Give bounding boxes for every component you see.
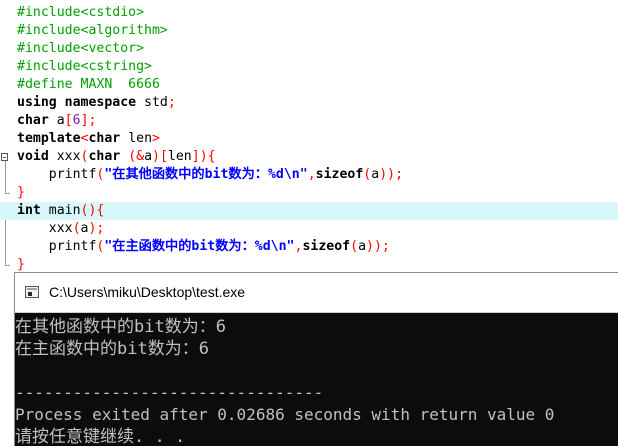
code-text: using namespace std; bbox=[17, 94, 176, 112]
code-text: printf("在主函数中的bit数为：%d\n",sizeof(a)); bbox=[17, 238, 390, 256]
code-token: sizeof bbox=[302, 239, 351, 254]
code-token: ); bbox=[88, 221, 105, 236]
code-text: #include<cstring> bbox=[17, 58, 152, 76]
code-text: int main(){ bbox=[17, 202, 104, 220]
code-token: #include<algorithm> bbox=[17, 23, 168, 38]
code-token: char bbox=[17, 113, 57, 128]
code-text: #include<vector> bbox=[17, 40, 144, 58]
code-line[interactable]: printf("在其他函数中的bit数为：%d\n",sizeof(a)); bbox=[0, 166, 618, 184]
code-token: (& bbox=[128, 149, 145, 164]
code-text: #include<algorithm> bbox=[17, 22, 168, 40]
code-line[interactable]: } bbox=[0, 256, 618, 272]
code-token: template bbox=[17, 131, 81, 146]
console-title-bar[interactable]: C:\Users\miku\Desktop\test.exe bbox=[15, 273, 618, 313]
code-token: , bbox=[307, 167, 316, 182]
code-text: printf("在其他函数中的bit数为：%d\n",sizeof(a)); bbox=[17, 166, 403, 184]
code-token: using namespace bbox=[17, 95, 145, 110]
code-text: #include<cstdio> bbox=[17, 4, 144, 22]
code-token: #include<cstdio> bbox=[17, 5, 145, 20]
code-token: ]; bbox=[80, 113, 97, 128]
code-line[interactable]: } bbox=[0, 184, 618, 202]
code-token: main bbox=[48, 203, 81, 218]
code-line[interactable]: #include<cstdio> bbox=[0, 4, 618, 22]
code-line[interactable]: #define MAXN 6666 bbox=[0, 76, 618, 94]
console-window[interactable]: C:\Users\miku\Desktop\test.exe 在其他函数中的bi… bbox=[14, 272, 618, 447]
code-token: sizeof bbox=[315, 167, 364, 182]
code-token: #include<vector> bbox=[17, 41, 145, 56]
code-token: [ bbox=[64, 113, 73, 128]
code-text: #define MAXN 6666 bbox=[17, 76, 160, 94]
code-token: )[ bbox=[152, 149, 168, 164]
code-token: len bbox=[128, 131, 153, 146]
code-token: ; bbox=[167, 95, 176, 110]
code-token: 6 bbox=[72, 113, 81, 128]
code-token: len bbox=[167, 149, 192, 164]
code-token: a bbox=[358, 239, 367, 254]
output-line: Process exited after 0.02686 seconds wit… bbox=[15, 405, 555, 424]
code-token: a bbox=[56, 113, 65, 128]
code-token: "在主函数中的bit数为：%d\n" bbox=[104, 239, 295, 254]
code-token: a bbox=[371, 167, 380, 182]
code-token: char bbox=[88, 131, 129, 146]
code-line[interactable]: #include<cstring> bbox=[0, 58, 618, 76]
code-text: void xxx(char (&a)[len]){ bbox=[17, 148, 216, 166]
code-line[interactable]: using namespace std; bbox=[0, 94, 618, 112]
code-token: #include<cstring> bbox=[17, 59, 152, 74]
code-token: > bbox=[152, 131, 160, 146]
code-text: } bbox=[17, 256, 25, 272]
console-window-title: C:\Users\miku\Desktop\test.exe bbox=[49, 284, 246, 300]
output-line: 在主函数中的bit数为：6 bbox=[15, 339, 209, 359]
code-line[interactable]: xxx(a); bbox=[0, 220, 618, 238]
code-token: "在其他函数中的bit数为：%d\n" bbox=[104, 167, 308, 182]
code-token: ( bbox=[72, 221, 81, 236]
code-token: ]){ bbox=[191, 149, 216, 164]
code-token: } bbox=[17, 185, 25, 200]
code-token: printf bbox=[17, 239, 97, 254]
output-line: 在其他函数中的bit数为：6 bbox=[15, 317, 226, 337]
code-token: )); bbox=[379, 167, 404, 182]
console-window-icon bbox=[25, 286, 39, 298]
code-line[interactable]: int main(){ bbox=[0, 202, 618, 220]
output-separator: -------------------------------- bbox=[15, 383, 324, 402]
code-token: int bbox=[17, 203, 49, 218]
code-token: xxx bbox=[56, 149, 81, 164]
code-line[interactable]: #include<vector> bbox=[0, 40, 618, 58]
code-text: char a[6]; bbox=[17, 112, 96, 130]
code-token: xxx bbox=[17, 221, 73, 236]
code-token: printf bbox=[17, 167, 97, 182]
console-output[interactable]: 在其他函数中的bit数为：6 在主函数中的bit数为：6 -----------… bbox=[15, 313, 618, 447]
code-token: char bbox=[88, 149, 129, 164]
code-token: void bbox=[17, 149, 57, 164]
code-text: } bbox=[17, 184, 25, 202]
press-any-key-prompt: 请按任意键继续. . . bbox=[15, 427, 186, 447]
code-line[interactable]: template<char len> bbox=[0, 130, 618, 148]
code-token: } bbox=[17, 257, 25, 272]
code-line[interactable]: void xxx(char (&a)[len]){ bbox=[0, 148, 618, 166]
code-token: )); bbox=[366, 239, 390, 254]
code-token: (){ bbox=[80, 203, 105, 218]
code-line[interactable]: char a[6]; bbox=[0, 112, 618, 130]
code-token: #define MAXN 6666 bbox=[17, 77, 160, 92]
code-line[interactable]: printf("在主函数中的bit数为：%d\n",sizeof(a)); bbox=[0, 238, 618, 256]
code-text: xxx(a); bbox=[17, 220, 105, 238]
code-line[interactable]: #include<algorithm> bbox=[0, 22, 618, 40]
code-token: ( bbox=[350, 239, 359, 254]
code-text: template<char len> bbox=[17, 130, 160, 148]
code-editor[interactable]: #include<cstdio> #include<algorithm> #incl… bbox=[0, 0, 618, 272]
code-token: a bbox=[144, 149, 153, 164]
code-token: std bbox=[144, 95, 168, 110]
